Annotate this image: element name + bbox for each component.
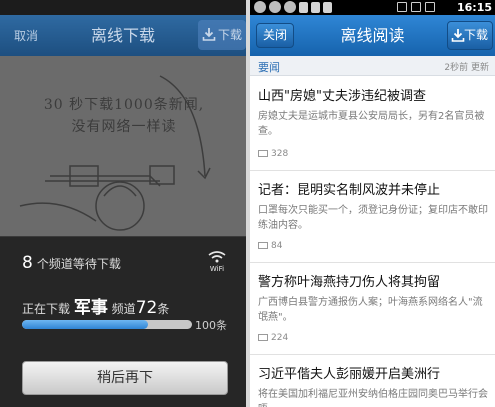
section-name: 要闻	[258, 61, 280, 74]
channels-waiting-count: 8	[22, 253, 33, 273]
sd-card-icon	[311, 2, 320, 13]
right-header-bar: 关闭 离线阅读 下载	[250, 15, 495, 56]
comment-icon	[258, 333, 268, 341]
wifi-label: WiFi	[209, 265, 225, 273]
downloading-count: 72	[135, 298, 158, 318]
progress-total: 100条	[195, 319, 227, 332]
status-strip	[0, 0, 246, 15]
news-summary: 房媳丈夫是运城市夏县公安局局长，另有2名官员被查。	[258, 111, 485, 137]
comment-count: 84	[258, 241, 282, 251]
comment-icon	[258, 241, 268, 249]
download-icon	[202, 28, 216, 41]
news-item[interactable]: 习近平偕夫人彭丽媛开启美洲行 将在美国加利福尼亚州安纳伯格庄园同奥巴马举行会晤。	[250, 355, 495, 407]
status-bar: 16:15	[250, 0, 495, 15]
cell-signal-icon	[411, 2, 421, 12]
comment-count: 328	[258, 149, 288, 159]
download-button[interactable]: 下载	[447, 21, 493, 50]
usb-icon	[299, 2, 308, 13]
download-later-button[interactable]: 稍后再下	[22, 361, 228, 395]
comment-count-value: 224	[271, 333, 289, 343]
news-headline: 山西"房媳"丈夫涉违纪被调查	[258, 89, 426, 104]
download-icon	[451, 29, 465, 42]
comment-count-value: 328	[271, 149, 289, 159]
notification-icon	[254, 1, 266, 13]
comment-icon	[258, 149, 268, 157]
count-unit: 条	[157, 302, 170, 316]
notification-icons	[254, 1, 332, 13]
update-time: 2秒前 更新	[444, 63, 489, 73]
slogan-line-2: 没有网络一样读	[71, 119, 177, 135]
channels-waiting-text: 个频道等待下载	[36, 257, 121, 271]
download-label: 下载	[463, 28, 488, 42]
downloading-status: 正在下载 军事 频道72条	[22, 293, 169, 318]
battery-icon	[425, 2, 435, 12]
offline-reading-screen: 16:15 关闭 离线阅读 下载 要闻 2秒前 更新 山西"房媳"丈夫涉违纪被调…	[250, 0, 495, 407]
section-header: 要闻 2秒前 更新	[250, 56, 495, 76]
news-headline: 警方称叶海燕持刀伤人将其拘留	[258, 275, 441, 290]
notification-icon	[284, 1, 296, 13]
downloading-prefix: 正在下载	[22, 302, 71, 316]
news-headline: 记者：昆明实名制风波并未停止	[258, 183, 441, 198]
comment-count-value: 84	[271, 241, 283, 251]
download-button[interactable]: 下载	[198, 20, 246, 50]
progress-fill	[22, 320, 148, 329]
news-item[interactable]: 山西"房媳"丈夫涉违纪被调查 房媳丈夫是运城市夏县公安局局长，另有2名官员被查。…	[250, 77, 495, 171]
download-progress-dialog: 8 个频道等待下载 WiFi 正在下载 军事 频道72条 100条 稍后再下	[0, 236, 246, 407]
wifi-icon	[208, 251, 226, 263]
channels-waiting: 8 个频道等待下载	[22, 253, 121, 273]
signal-icons	[397, 2, 435, 12]
news-item[interactable]: 记者：昆明实名制风波并未停止 口罩每次只能买一个，须登记身份证；复印店不敢印练油…	[250, 171, 495, 263]
news-summary: 口罩每次只能买一个，须登记身份证；复印店不敢印练油内容。	[258, 205, 488, 231]
wifi-signal-icon	[397, 2, 407, 12]
slogan-text: 30 秒下载1000条新闻, 没有网络一样读	[24, 94, 224, 138]
left-header-bar: 取消 离线下载 下载	[0, 15, 246, 56]
notification-icon	[269, 1, 281, 13]
download-progress-bar	[22, 320, 192, 329]
comment-count: 224	[258, 333, 288, 343]
news-summary: 将在美国加利福尼亚州安纳伯格庄园同奥巴马举行会晤。	[258, 389, 488, 407]
sketch-illustration	[19, 75, 211, 231]
wifi-indicator: WiFi	[206, 251, 228, 273]
slogan-line-1: 30 秒下载1000条新闻,	[43, 97, 205, 113]
news-item[interactable]: 警方称叶海燕持刀伤人将其拘留 广西博白县警方通报伤人案；叶海燕系网络名人"流氓燕…	[250, 263, 495, 355]
offline-download-screen: 取消 离线下载 下载 30 秒下载1000条新闻, 没有网络一样读 8 个频道等…	[0, 0, 246, 407]
illustration-area: 30 秒下载1000条新闻, 没有网络一样读	[0, 56, 246, 236]
downloading-channel: 军事	[73, 298, 108, 318]
channel-word: 频道	[111, 302, 136, 316]
shield-icon	[323, 2, 332, 13]
status-time: 16:15	[456, 1, 492, 14]
news-summary: 广西博白县警方通报伤人案；叶海燕系网络名人"流氓燕"。	[258, 297, 483, 323]
download-label: 下载	[217, 28, 242, 42]
news-headline: 习近平偕夫人彭丽媛开启美洲行	[258, 367, 441, 382]
